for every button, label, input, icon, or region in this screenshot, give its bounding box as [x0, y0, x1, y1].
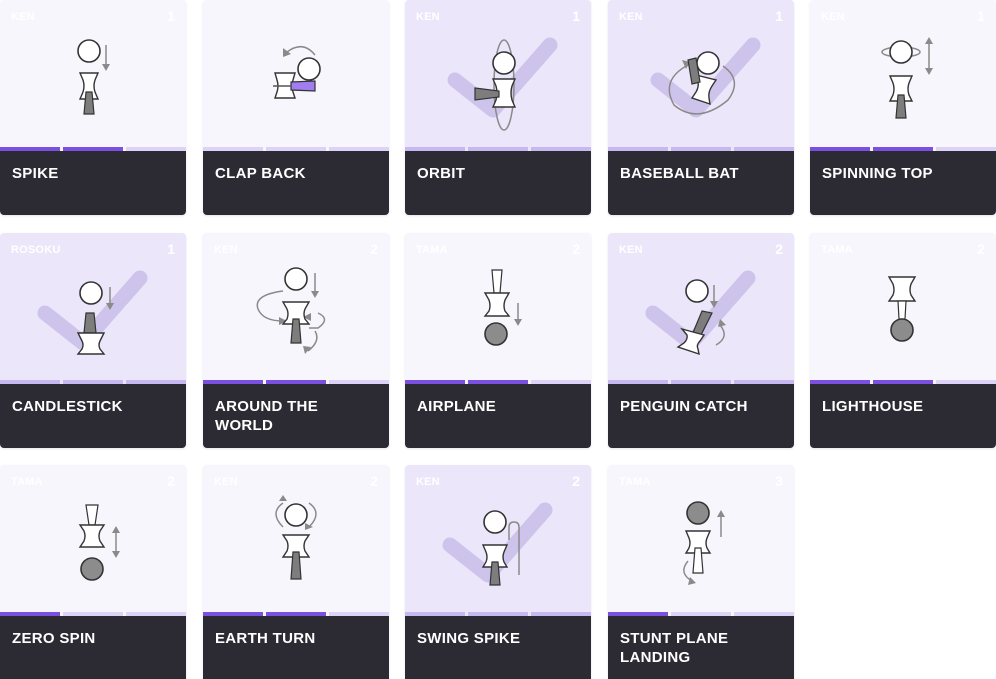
- trick-name: SPIKE: [0, 151, 186, 215]
- trick-count: 3: [775, 473, 783, 489]
- trick-count: 2: [775, 241, 783, 257]
- trick-category: TAMA: [11, 476, 43, 488]
- trick-count: 2: [370, 473, 378, 489]
- trick-category: KEN: [214, 244, 238, 256]
- trick-count: 1: [167, 241, 175, 257]
- trick-count: 2: [572, 473, 580, 489]
- trick-card-penguin-catch[interactable]: KEN 2 PENGUIN CATCH: [608, 233, 794, 448]
- trick-card-clap-back[interactable]: CLAP BACK: [203, 0, 389, 215]
- trick-card-baseball-bat[interactable]: KEN 1 BASEBALL BAT: [608, 0, 794, 215]
- trick-count: 2: [572, 241, 580, 257]
- trick-name: SPINNING TOP: [810, 151, 996, 215]
- trick-count: 1: [167, 8, 175, 24]
- trick-name: BASEBALL BAT: [608, 151, 794, 215]
- trick-count: 1: [977, 8, 985, 24]
- trick-card-zero-spin[interactable]: TAMA 2 ZERO SPIN: [0, 465, 186, 679]
- trick-card-spinning-top[interactable]: KEN 1 SPINNING TOP: [810, 0, 996, 215]
- trick-count: 2: [977, 241, 985, 257]
- trick-card-spike[interactable]: KEN 1 SPIKE: [0, 0, 186, 215]
- trick-card-stunt-plane-landing[interactable]: TAMA 3 STUNT PLANE LANDING: [608, 465, 794, 679]
- trick-category: TAMA: [619, 476, 651, 488]
- trick-count: 2: [370, 241, 378, 257]
- trick-category: KEN: [821, 11, 845, 23]
- trick-category: KEN: [619, 11, 643, 23]
- trick-count: 2: [167, 473, 175, 489]
- clap-back-illustration: [273, 46, 321, 99]
- trick-card-earth-turn[interactable]: KEN 2 EARTH TURN: [203, 465, 389, 679]
- trick-name: CLAP BACK: [203, 151, 389, 215]
- trick-category: KEN: [214, 476, 238, 488]
- trick-category: TAMA: [416, 244, 448, 256]
- trick-card-airplane[interactable]: TAMA 2 AIRPLANE: [405, 233, 591, 448]
- trick-name: AIRPLANE: [405, 384, 591, 448]
- trick-category: KEN: [619, 244, 643, 256]
- trick-card-around-the-world[interactable]: KEN 2 AROUND THE WORLD: [203, 233, 389, 448]
- trick-category: KEN: [416, 11, 440, 23]
- trick-name: ZERO SPIN: [0, 616, 186, 679]
- trick-card-orbit[interactable]: KEN 1 ORBIT: [405, 0, 591, 215]
- trick-category: TAMA: [821, 244, 853, 256]
- trick-name: EARTH TURN: [203, 616, 389, 679]
- trick-category: KEN: [11, 11, 35, 23]
- trick-name: CANDLESTICK: [0, 384, 186, 448]
- trick-name: ORBIT: [405, 151, 591, 215]
- trick-name: PENGUIN CATCH: [608, 384, 794, 448]
- trick-category: ROSOKU: [11, 244, 61, 256]
- trick-name: SWING SPIKE: [405, 616, 591, 679]
- trick-card-candlestick[interactable]: ROSOKU 1 CANDLESTICK: [0, 233, 186, 448]
- trick-name: STUNT PLANE LANDING: [608, 616, 794, 679]
- trick-category: KEN: [416, 476, 440, 488]
- trick-count: 1: [775, 8, 783, 24]
- trick-name: AROUND THE WORLD: [203, 384, 389, 448]
- trick-count: 1: [572, 8, 580, 24]
- trick-name: LIGHTHOUSE: [810, 384, 996, 448]
- trick-card-lighthouse[interactable]: TAMA 2 LIGHTHOUSE: [810, 233, 996, 448]
- trick-card-swing-spike[interactable]: KEN 2 SWING SPIKE: [405, 465, 591, 679]
